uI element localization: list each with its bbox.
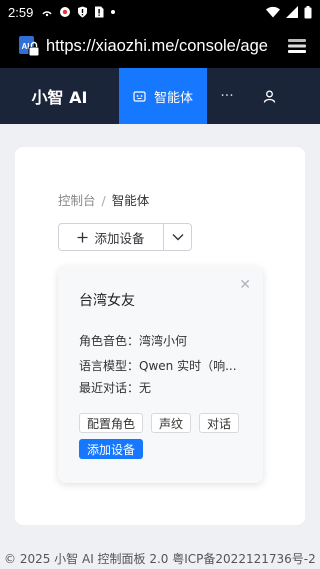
main-panel: 控制台 / 智能体 添加设备 ✕ 台湾女友 角色音色：湾湾小何 语言模型：Qwen … <box>15 147 305 525</box>
agent-name: 台湾女友 <box>79 293 135 309</box>
agent-card: ✕ 台湾女友 角色音色：湾湾小何 语言模型：Qwen 实时（响... 最近对话：… <box>58 266 263 483</box>
hotspot-icon <box>42 11 52 17</box>
status-time: 2:59 <box>8 4 34 20</box>
close-icon[interactable]: ✕ <box>239 278 251 292</box>
model-value: Qwen 实时（响... <box>139 359 237 373</box>
status-bar: 2:59 <box>0 0 320 24</box>
add-device-button-group: 添加设备 <box>58 223 192 251</box>
chevron-down-icon <box>172 234 183 241</box>
card-add-device-button[interactable]: 添加设备 <box>79 439 144 459</box>
last-chat-label: 最近对话： <box>79 381 140 395</box>
add-device-button[interactable]: 添加设备 <box>58 223 164 251</box>
signal-icon <box>286 6 298 18</box>
status-right-icons <box>266 5 312 19</box>
browser-url-bar: AI https://xiaozhi.me/console/agents <box>0 24 320 68</box>
agent-voice: 角色音色：湾湾小何 <box>79 332 187 349</box>
breadcrumb-console[interactable]: 控制台 <box>58 193 96 208</box>
last-chat-value: 无 <box>139 381 152 395</box>
plus-icon <box>77 232 88 242</box>
breadcrumb: 控制台 / 智能体 <box>58 190 149 209</box>
tab-agents[interactable]: 智能体 <box>119 68 207 124</box>
agent-model: 语言模型：Qwen 实时（响... <box>79 357 237 374</box>
voice-value: 湾湾小何 <box>139 334 188 348</box>
site-info-icon[interactable]: AI <box>14 31 44 61</box>
app-navbar: 小智 AI 智能体 ··· <box>0 68 320 124</box>
voiceprint-button[interactable]: 声纹 <box>151 413 192 433</box>
tabs-icon[interactable] <box>286 35 308 57</box>
breadcrumb-separator: / <box>101 193 106 208</box>
breadcrumb-current: 智能体 <box>111 193 150 208</box>
chat-button[interactable]: 对话 <box>199 413 240 433</box>
user-icon[interactable] <box>247 68 291 124</box>
more-menu-button[interactable]: ··· <box>207 68 247 124</box>
model-label: 语言模型： <box>79 359 140 373</box>
add-device-dropdown-button[interactable] <box>164 223 192 251</box>
add-device-label: 添加设备 <box>94 230 145 246</box>
svg-text:AI: AI <box>22 42 30 51</box>
wifi-icon <box>266 6 280 18</box>
battery-icon <box>304 5 312 18</box>
tab-agents-label: 智能体 <box>153 90 193 106</box>
footer-text: © 2025 小智 AI 控制面板 2.0 粤ICP备2022121736号-2… <box>4 552 320 566</box>
brand-logo-text[interactable]: 小智 AI <box>0 68 119 124</box>
status-icons <box>41 6 116 18</box>
agent-actions: 配置角色 声纹 对话 <box>79 413 240 433</box>
shield-alert-icon <box>78 6 88 18</box>
sim-alert-icon <box>95 6 104 18</box>
dot-icon <box>111 10 116 14</box>
robot-icon <box>133 90 146 102</box>
url-field[interactable]: https://xiaozhi.me/console/agents <box>46 37 268 56</box>
configure-role-button[interactable]: 配置角色 <box>79 413 144 433</box>
app-notification-icon <box>60 7 71 17</box>
agent-last-chat: 最近对话：无 <box>79 379 151 396</box>
voice-label: 角色音色： <box>79 334 140 348</box>
